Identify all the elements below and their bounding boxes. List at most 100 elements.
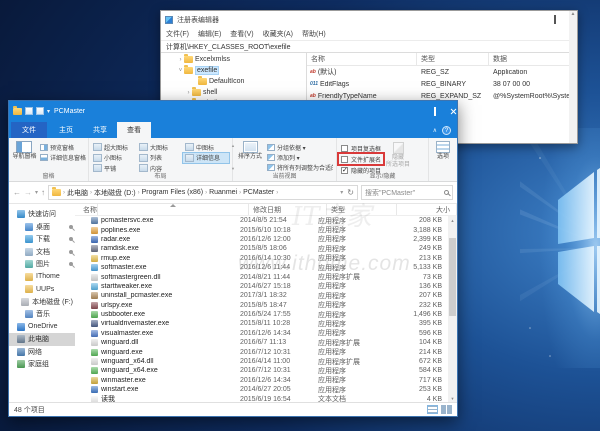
file-row[interactable]: winguard_x64.exe 2016/7/12 10:31 应用程序 58…	[75, 366, 448, 375]
tree-expander-icon[interactable]: ›	[185, 90, 192, 96]
layout-option[interactable]: 详细信息	[183, 153, 229, 164]
registry-tree-node[interactable]: › Excelxmlss	[161, 54, 306, 65]
search-input[interactable]: 搜索"PCMaster"	[361, 185, 453, 200]
thumbnail-view-toggle-icon[interactable]	[441, 405, 452, 414]
sidebar-item[interactable]: 桌面	[9, 221, 75, 234]
registry-address-bar[interactable]: 计算机\HKEY_CLASSES_ROOT\exefile	[161, 41, 577, 53]
show-hide-checkbox[interactable]: 项目复选框	[339, 143, 383, 153]
tab-home[interactable]: 主页	[49, 122, 83, 138]
layout-option[interactable]: 小图标	[91, 153, 137, 164]
quick-access-newfolder-icon[interactable]	[36, 107, 44, 115]
sidebar-item[interactable]: 快速访问	[9, 208, 75, 221]
column-header-size[interactable]: 大小	[397, 204, 457, 215]
breadcrumb-segment[interactable]: 此电脑	[67, 188, 88, 198]
registry-tree-scrollbar[interactable]: ▲	[569, 53, 577, 143]
file-row[interactable]: virtualdrivemaster.exe 2015/8/11 10:28 应…	[75, 319, 448, 328]
options-button[interactable]: 选项	[431, 140, 455, 173]
tree-expander-icon[interactable]: ˅	[177, 68, 184, 74]
column-header-date[interactable]: 修改日期	[249, 204, 327, 215]
sidebar-item[interactable]: 文档	[9, 246, 75, 259]
scrollbar-thumb[interactable]	[449, 238, 456, 316]
column-header-data[interactable]: 数据	[489, 53, 577, 65]
sidebar-item[interactable]: 网络	[9, 346, 75, 359]
file-row[interactable]: urlspy.exe 2015/8/5 18:47 应用程序 232 KB	[75, 301, 448, 310]
breadcrumb-segment[interactable]: Ruanmei	[209, 189, 237, 196]
close-button[interactable]	[442, 101, 457, 121]
layout-option[interactable]: 列表	[137, 153, 183, 164]
tree-expander-icon[interactable]: ›	[177, 57, 184, 63]
file-row[interactable]: winguard_x64.dll 2016/4/14 11:00 应用程序扩展 …	[75, 357, 448, 366]
quick-access-dropdown-icon[interactable]	[47, 108, 50, 115]
tab-view[interactable]: 查看	[117, 122, 151, 138]
file-row[interactable]: visualmaster.exe 2016/12/6 14:34 应用程序 59…	[75, 329, 448, 338]
help-icon[interactable]: ?	[442, 126, 451, 135]
checkbox-icon[interactable]	[341, 156, 348, 163]
registry-value-row[interactable]: ab (默认) REG_SZ Application	[307, 66, 577, 78]
file-row[interactable]: winguard.dll 2016/6/7 11:13 应用程序扩展 104 K…	[75, 338, 448, 347]
quick-access-properties-icon[interactable]	[25, 107, 33, 115]
sidebar-item[interactable]: OneDrive	[9, 321, 75, 334]
file-row[interactable]: softmaster.exe 2016/12/6 11:44 应用程序 5,13…	[75, 263, 448, 272]
minimize-button[interactable]	[412, 101, 427, 121]
registry-menu-item[interactable]: 文件(F)	[166, 29, 189, 39]
navigation-pane-button[interactable]: 导航窗格	[11, 140, 38, 173]
file-row[interactable]: winguard.exe 2016/7/12 10:31 应用程序 214 KB	[75, 347, 448, 356]
file-row[interactable]: uninstall_pcmaster.exe 2017/3/1 18:32 应用…	[75, 291, 448, 300]
back-icon[interactable]	[13, 188, 21, 197]
registry-menu-item[interactable]: 收藏夹(A)	[263, 29, 293, 39]
layout-option[interactable]: 超大图标	[91, 142, 137, 153]
details-view-toggle-icon[interactable]	[427, 405, 438, 414]
sidebar-item[interactable]: 下载	[9, 233, 75, 246]
layout-option[interactable]: 大图标	[137, 142, 183, 153]
sidebar-item[interactable]: 音乐	[9, 308, 75, 321]
current-view-option[interactable]: 添加列 ▾	[267, 153, 333, 162]
details-pane-button[interactable]: 详细信息窗格	[40, 153, 86, 162]
tab-file[interactable]: 文件	[11, 122, 47, 138]
checkbox-icon[interactable]	[341, 145, 348, 152]
registry-menu-item[interactable]: 编辑(E)	[198, 29, 221, 39]
column-header-name[interactable]: 名称	[307, 53, 417, 65]
breadcrumb-segment[interactable]: 本地磁盘 (D:)	[94, 188, 136, 198]
minimize-button[interactable]	[532, 11, 547, 28]
layout-option[interactable]: 中图标	[183, 142, 229, 153]
column-header-name[interactable]: 名称	[75, 204, 249, 215]
show-hide-checkbox[interactable]: 文件扩展名	[339, 154, 383, 164]
registry-menu-item[interactable]: 查看(V)	[230, 29, 253, 39]
forward-icon[interactable]	[24, 188, 32, 197]
refresh-icon[interactable]	[347, 188, 354, 197]
recent-locations-icon[interactable]	[35, 189, 38, 196]
file-row[interactable]: winmaster.exe 2016/12/6 14:34 应用程序 717 K…	[75, 376, 448, 385]
current-view-option[interactable]: 分组依据 ▾	[267, 143, 333, 152]
file-row[interactable]: softmastergreen.dll 2014/8/21 11:44 应用程序…	[75, 272, 448, 281]
file-row[interactable]: ramdisk.exe 2015/8/5 18:06 应用程序 249 KB	[75, 244, 448, 253]
file-row[interactable]: radar.exe 2016/12/6 12:00 应用程序 2,399 KB	[75, 235, 448, 244]
registry-tree-node[interactable]: ˅ exefile	[161, 65, 306, 76]
breadcrumb[interactable]: › 此电脑 › 本地磁盘 (D:) › Program Files (x86) …	[48, 185, 358, 200]
sidebar-item[interactable]: UUPs	[9, 283, 75, 296]
file-row[interactable]: usbbooter.exe 2016/5/24 17:55 应用程序 1,496…	[75, 310, 448, 319]
file-row[interactable]: poplines.exe 2015/6/10 10:18 应用程序 3,188 …	[75, 225, 448, 234]
maximize-button[interactable]	[427, 101, 442, 121]
file-row[interactable]: starttweaker.exe 2014/6/27 15:18 应用程序 13…	[75, 282, 448, 291]
preview-pane-button[interactable]: 预览窗格	[40, 143, 86, 152]
address-dropdown-icon[interactable]	[340, 189, 343, 196]
sidebar-item[interactable]: 家庭组	[9, 358, 75, 371]
registry-menu-item[interactable]: 帮助(H)	[302, 29, 326, 39]
sidebar-item[interactable]: 本地磁盘 (F:)	[9, 296, 75, 309]
sidebar-item[interactable]: IThome	[9, 271, 75, 284]
file-row[interactable]: winstart.exe 2014/6/27 20:05 应用程序 253 KB	[75, 385, 448, 394]
file-list-scrollbar[interactable]: ▲ ▼	[448, 216, 457, 402]
registry-tree-node[interactable]: DefaultIcon	[161, 76, 306, 87]
tab-share[interactable]: 共享	[83, 122, 117, 138]
registry-tree-node[interactable]: › shell	[161, 87, 306, 98]
file-row[interactable]: 读我 2015/6/19 16:54 文本文档 4 KB	[75, 394, 448, 402]
breadcrumb-segment[interactable]: Program Files (x86)	[142, 189, 203, 196]
hide-selected-items-button[interactable]: 隐藏 所选项目	[385, 140, 411, 175]
breadcrumb-segment[interactable]: PCMaster	[243, 189, 274, 196]
sidebar-item[interactable]: 图片	[9, 258, 75, 271]
up-icon[interactable]	[41, 188, 45, 197]
sidebar-item[interactable]: 此电脑	[9, 333, 75, 346]
file-row[interactable]: pcmastersvc.exe 2014/8/5 21:54 应用程序 208 …	[75, 216, 448, 225]
collapse-ribbon-icon[interactable]	[433, 127, 437, 134]
file-row[interactable]: rmup.exe 2016/6/14 10:30 应用程序 213 KB	[75, 254, 448, 263]
